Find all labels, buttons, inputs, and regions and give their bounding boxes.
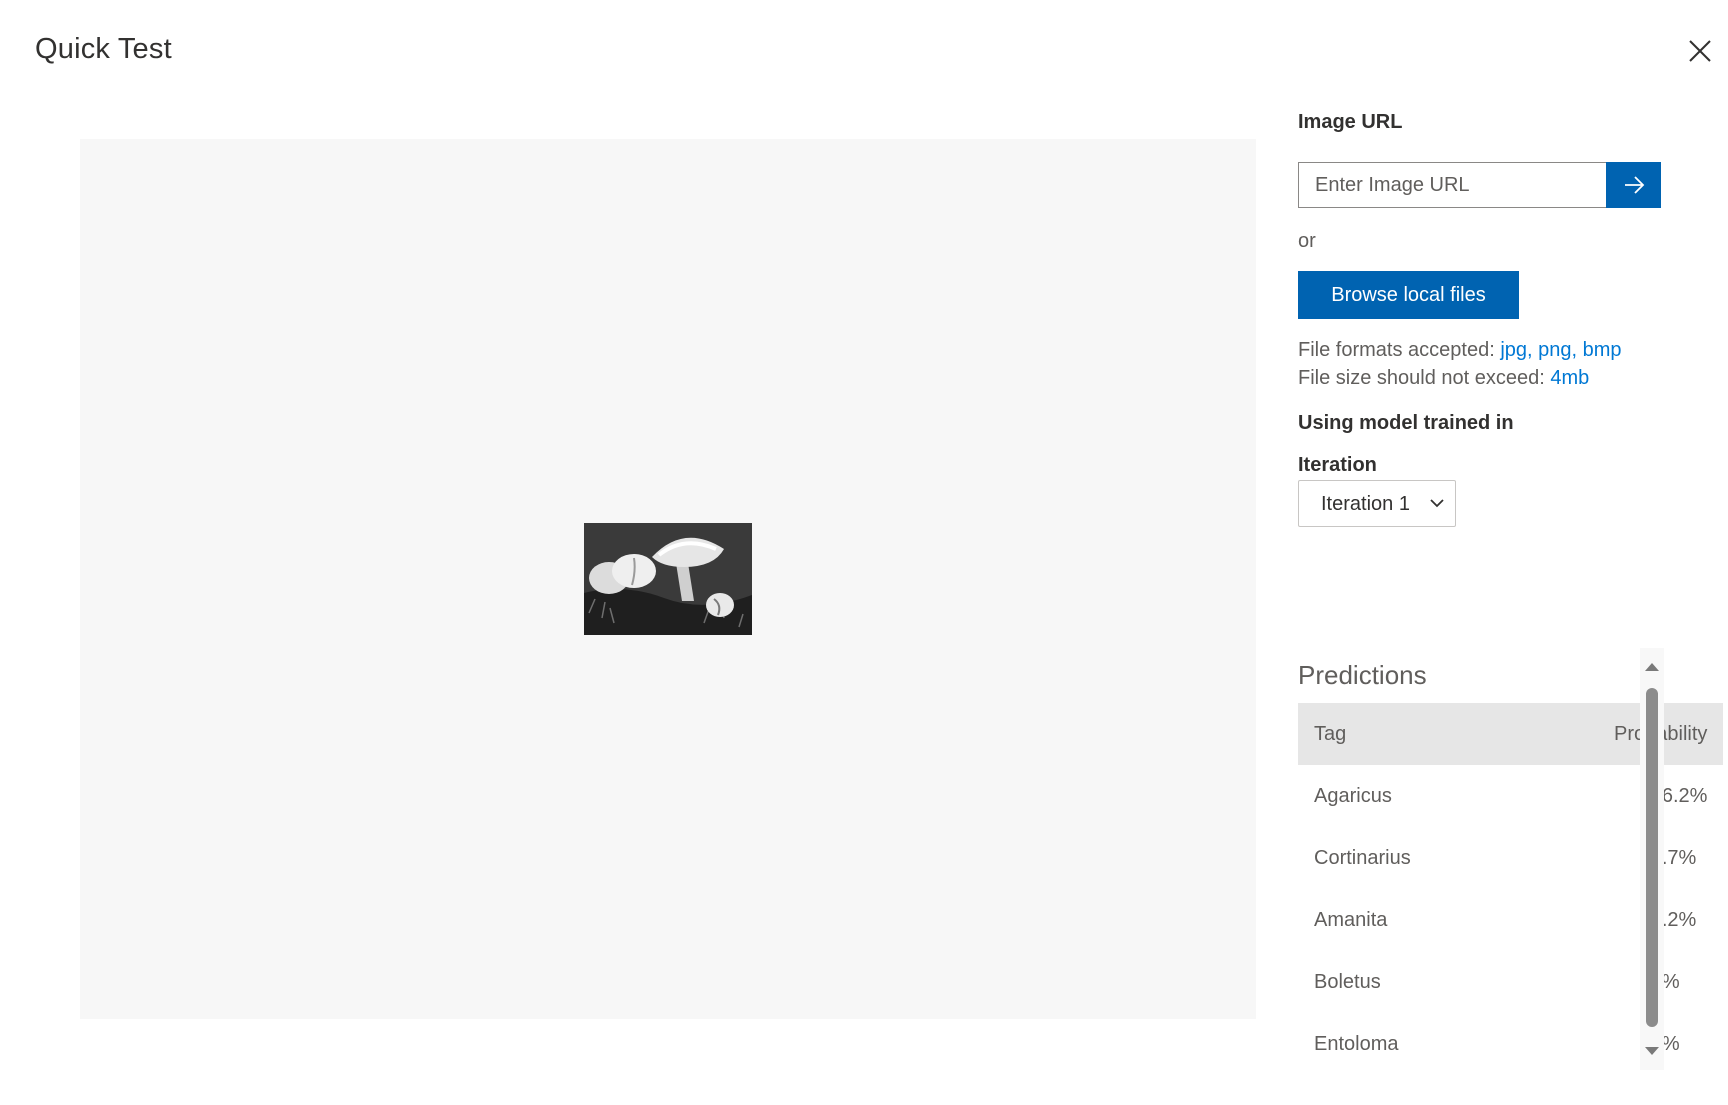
file-size-info: File size should not exceed: 4mb	[1298, 367, 1589, 390]
prediction-probability-cell: 1.7%	[1427, 827, 1724, 889]
column-header-tag: Tag	[1298, 703, 1427, 765]
model-label: Using model trained in	[1298, 412, 1514, 434]
prediction-tag: Cortinarius	[1314, 846, 1411, 869]
side-panel: Image URL or Browse local files File for…	[1298, 0, 1724, 1105]
iteration-label: Iteration	[1298, 454, 1377, 476]
prediction-tag: Entoloma	[1314, 1032, 1399, 1055]
file-formats-info: File formats accepted: jpg, png, bmp	[1298, 339, 1622, 362]
file-size-value: 4mb	[1550, 367, 1590, 389]
predictions-panel: Predictions Tag Probability Agaricus 96.…	[1298, 648, 1724, 1070]
prediction-probability-cell: 96.2%	[1427, 765, 1724, 827]
submit-url-button[interactable]	[1606, 162, 1661, 208]
prediction-probability-cell: 1.2%	[1427, 889, 1724, 951]
mushroom-image	[584, 523, 752, 635]
image-preview-area	[80, 139, 1256, 1019]
column-header-probability: Probability	[1426, 703, 1724, 765]
prediction-tag: Agaricus	[1314, 784, 1392, 807]
scrollbar-thumb[interactable]	[1646, 688, 1658, 1027]
image-url-row	[1298, 162, 1661, 208]
test-image-mushrooms	[584, 523, 752, 635]
predictions-scrollbar[interactable]	[1640, 648, 1664, 1070]
quick-test-dialog: Quick Test Image URL Enter Image URL or …	[0, 0, 1728, 1105]
image-url-input[interactable]	[1298, 162, 1606, 208]
caret-up-icon[interactable]	[1644, 660, 1660, 674]
prediction-probability-cell: 0%	[1427, 1013, 1724, 1075]
caret-down-icon[interactable]	[1644, 1044, 1660, 1058]
prediction-tag: Amanita	[1314, 908, 1388, 931]
image-url-label: Image URL	[1298, 111, 1403, 133]
arrow-right-icon	[1624, 176, 1644, 194]
or-separator: or	[1298, 230, 1316, 252]
prediction-tag: Boletus	[1314, 970, 1381, 993]
file-size-label: File size should not exceed:	[1298, 367, 1545, 389]
iteration-dropdown[interactable]: Iteration 1	[1298, 480, 1456, 527]
chevron-down-icon	[1430, 499, 1444, 508]
file-formats-label: File formats accepted:	[1298, 339, 1495, 361]
dialog-title: Quick Test	[35, 33, 172, 65]
iteration-selected-value: Iteration 1	[1321, 493, 1410, 515]
prediction-probability-cell: 0%	[1427, 951, 1724, 1013]
browse-local-files-button[interactable]: Browse local files	[1298, 271, 1519, 319]
file-formats-values: jpg, png, bmp	[1500, 339, 1622, 361]
predictions-title: Predictions	[1298, 660, 1427, 690]
